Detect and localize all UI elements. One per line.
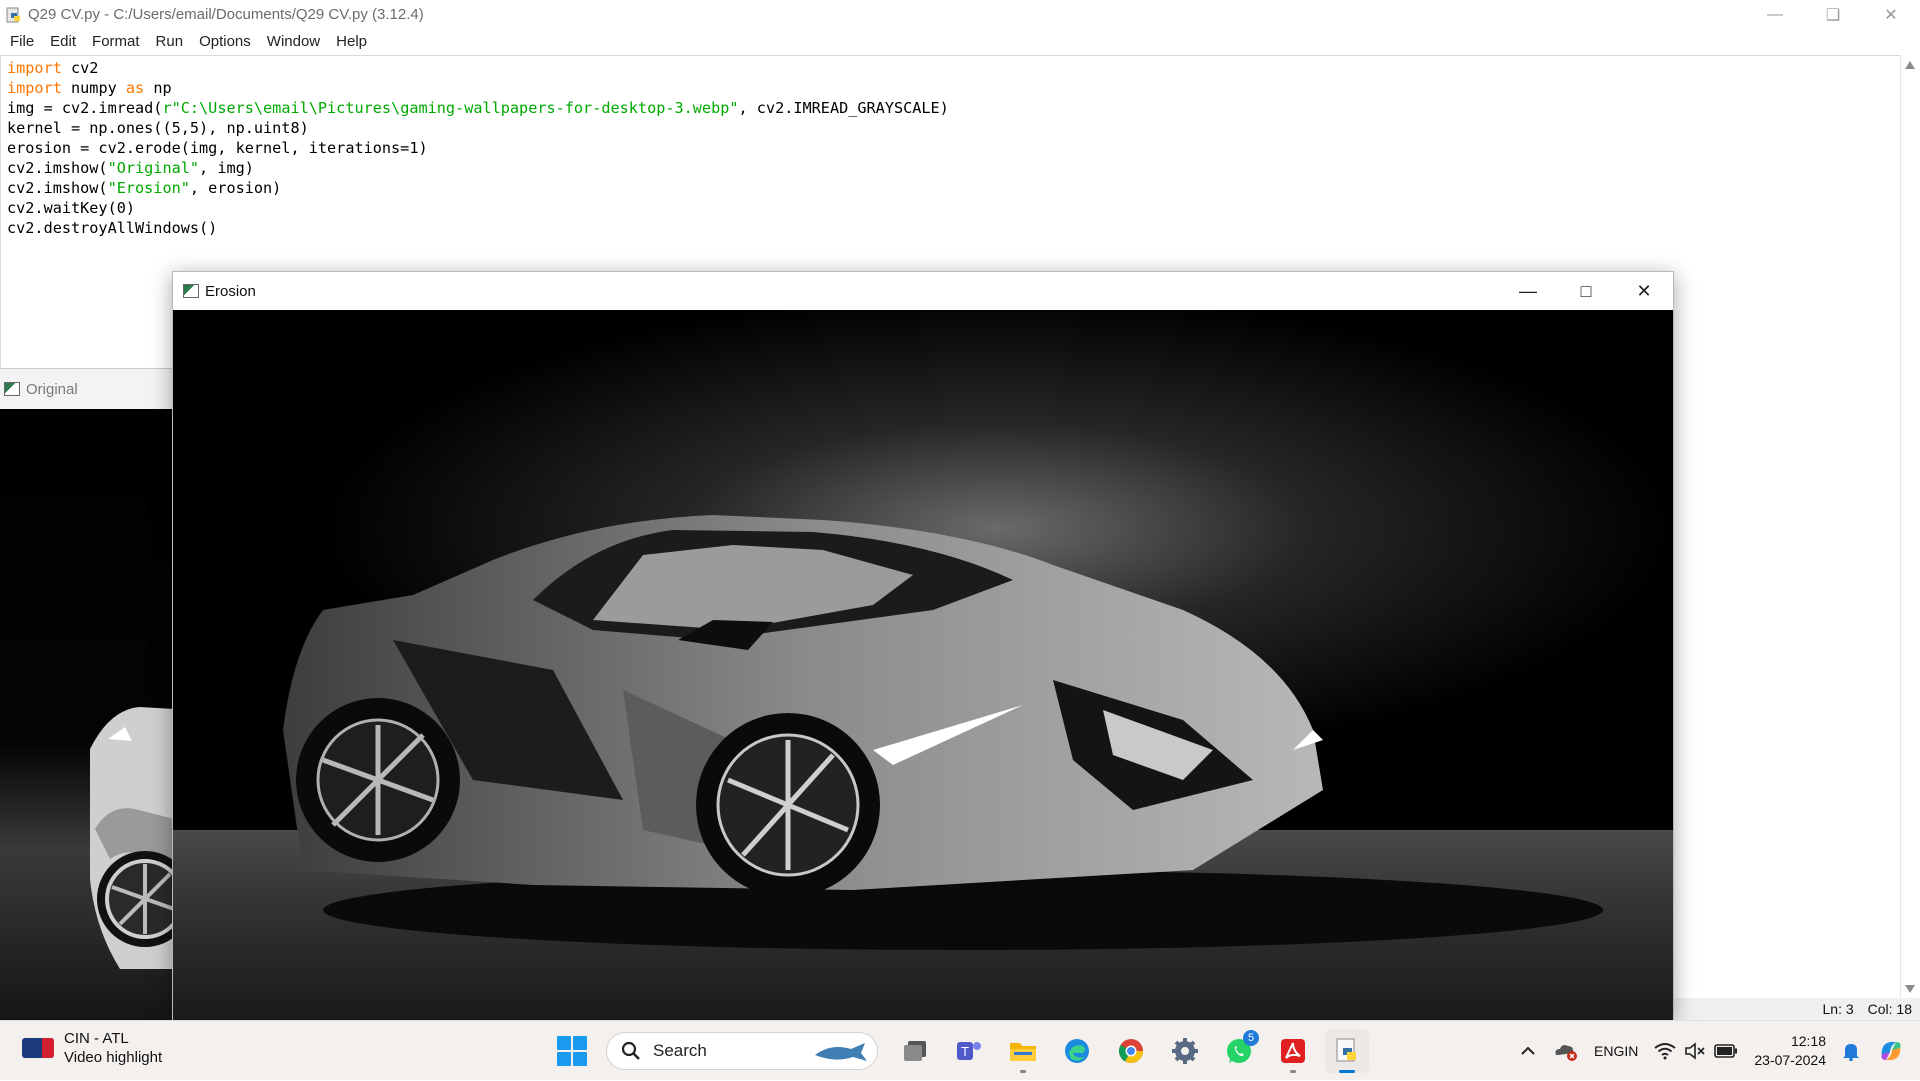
code-line[interactable]: cv2.destroyAllWindows()	[7, 218, 1894, 238]
code-token: erosion = cv2.erode(img, kernel, iterati…	[7, 139, 428, 157]
original-window[interactable]: Original	[0, 368, 174, 1021]
volume-muted-icon[interactable]	[1684, 1042, 1706, 1060]
code-token: numpy	[61, 79, 126, 97]
code-token: , cv2.IMREAD_GRAYSCALE)	[738, 99, 949, 117]
original-title: Original	[26, 380, 78, 398]
chrome-icon[interactable]	[1109, 1029, 1153, 1073]
language-code: ENG	[1594, 1043, 1625, 1059]
code-token: np	[144, 79, 172, 97]
erosion-close-button[interactable]: ✕	[1615, 272, 1673, 310]
opencv-window-icon	[183, 284, 199, 298]
opencv-window-icon	[4, 382, 20, 396]
code-line[interactable]: import cv2	[7, 58, 1894, 78]
search-highlight-icon	[815, 1043, 867, 1061]
windows-start-icon[interactable]	[552, 1031, 592, 1071]
menu-bar: File Edit Format Run Options Window Help	[0, 29, 1920, 55]
idle-python-taskbar-icon[interactable]	[1325, 1029, 1369, 1073]
acrobat-icon[interactable]	[1271, 1029, 1315, 1073]
idle-python-icon	[6, 7, 20, 22]
clock-date: 23-07-2024	[1754, 1052, 1826, 1068]
code-token: cv2.waitKey(0)	[7, 199, 136, 217]
code-keyword: as	[125, 79, 145, 97]
language-region: IN	[1624, 1043, 1639, 1059]
search-label: Search	[653, 1041, 707, 1060]
idle-titlebar: Q29 CV.py - C:/Users/email/Documents/Q29…	[0, 0, 1920, 29]
window-title: Q29 CV.py - C:/Users/email/Documents/Q29…	[28, 6, 424, 23]
erosion-titlebar[interactable]: Erosion — □ ✕	[173, 272, 1673, 310]
code-token: kernel = np.ones((5,5), np.uint8)	[7, 119, 309, 137]
whatsapp-badge: 5	[1243, 1030, 1259, 1046]
notification-bell-icon[interactable]	[1842, 1041, 1860, 1061]
code-string: r"C:\Users\email\Pictures\gaming-wallpap…	[162, 99, 739, 117]
menu-window[interactable]: Window	[259, 29, 328, 55]
code-token: , erosion)	[189, 179, 282, 197]
original-image	[0, 409, 174, 1021]
onedrive-error-icon[interactable]	[1552, 1041, 1578, 1061]
erosion-title: Erosion	[205, 282, 256, 300]
code-token: cv2	[61, 59, 99, 77]
vertical-scrollbar[interactable]	[1900, 55, 1920, 999]
widget-subtitle: Video highlight	[64, 1049, 163, 1066]
code-keyword: import	[7, 59, 62, 77]
svg-text:T: T	[960, 1045, 969, 1059]
clock-time: 12:18	[1790, 1033, 1826, 1049]
code-line[interactable]: img = cv2.imread(r"C:\Users\email\Pictur…	[7, 98, 1894, 118]
teams-icon[interactable]: T	[947, 1029, 991, 1073]
code-line[interactable]: cv2.imshow("Erosion", erosion)	[7, 178, 1894, 198]
edge-icon[interactable]	[1055, 1029, 1099, 1073]
search-box[interactable]: Search	[606, 1032, 878, 1070]
restore-button[interactable]: ❏	[1804, 0, 1862, 29]
copilot-icon[interactable]	[1876, 1036, 1906, 1066]
code-line[interactable]: erosion = cv2.erode(img, kernel, iterati…	[7, 138, 1894, 158]
search-icon	[621, 1041, 640, 1060]
battery-icon[interactable]	[1714, 1044, 1738, 1058]
original-titlebar[interactable]: Original	[0, 369, 174, 409]
column-indicator: Col: 18	[1867, 1001, 1912, 1017]
widget-title: CIN - ATL	[64, 1030, 129, 1047]
minimize-button[interactable]: —	[1746, 0, 1804, 29]
whatsapp-icon[interactable]: 5	[1217, 1029, 1261, 1073]
erosion-image	[173, 310, 1673, 1020]
code-token: , img)	[199, 159, 254, 177]
menu-format[interactable]: Format	[84, 29, 148, 55]
clock[interactable]: 12:18 23-07-2024	[1754, 1032, 1826, 1070]
language-indicator[interactable]: ENG IN	[1594, 1042, 1638, 1060]
line-indicator: Ln: 3	[1822, 1001, 1854, 1017]
code-string: "Original"	[107, 159, 200, 177]
menu-help[interactable]: Help	[328, 29, 375, 55]
code-keyword: import	[7, 79, 62, 97]
scroll-down-icon[interactable]	[1905, 985, 1915, 993]
code-line[interactable]: cv2.imshow("Original", img)	[7, 158, 1894, 178]
erosion-minimize-button[interactable]: —	[1499, 272, 1557, 310]
wifi-icon[interactable]	[1654, 1042, 1676, 1060]
file-explorer-icon[interactable]	[1001, 1029, 1045, 1073]
menu-file[interactable]: File	[2, 29, 42, 55]
code-string: "Erosion"	[107, 179, 190, 197]
code-token: cv2.imshow(	[7, 159, 108, 177]
menu-run[interactable]: Run	[148, 29, 192, 55]
erosion-window[interactable]: Erosion — □ ✕	[172, 271, 1674, 1020]
close-button[interactable]: ✕	[1862, 0, 1920, 29]
menu-options[interactable]: Options	[191, 29, 259, 55]
erosion-maximize-button[interactable]: □	[1557, 272, 1615, 310]
status-bar: Ln: 3 Col: 18	[1670, 998, 1920, 1020]
code-token: cv2.destroyAllWindows()	[7, 219, 218, 237]
scroll-up-icon[interactable]	[1905, 61, 1915, 69]
menu-edit[interactable]: Edit	[42, 29, 84, 55]
code-line[interactable]: kernel = np.ones((5,5), np.uint8)	[7, 118, 1894, 138]
mlb-logo-icon	[22, 1038, 54, 1058]
code-line[interactable]: import numpy as np	[7, 78, 1894, 98]
task-view-icon[interactable]	[893, 1029, 937, 1073]
code-token: cv2.imshow(	[7, 179, 108, 197]
settings-icon[interactable]	[1163, 1029, 1207, 1073]
taskbar: CIN - ATL Video highlight Search T 5 ENG…	[0, 1020, 1920, 1080]
show-hidden-icons-icon[interactable]	[1520, 1046, 1536, 1056]
code-line[interactable]: cv2.waitKey(0)	[7, 198, 1894, 218]
sports-widget[interactable]: CIN - ATL Video highlight	[22, 1029, 162, 1067]
code-token: img = cv2.imread(	[7, 99, 163, 117]
